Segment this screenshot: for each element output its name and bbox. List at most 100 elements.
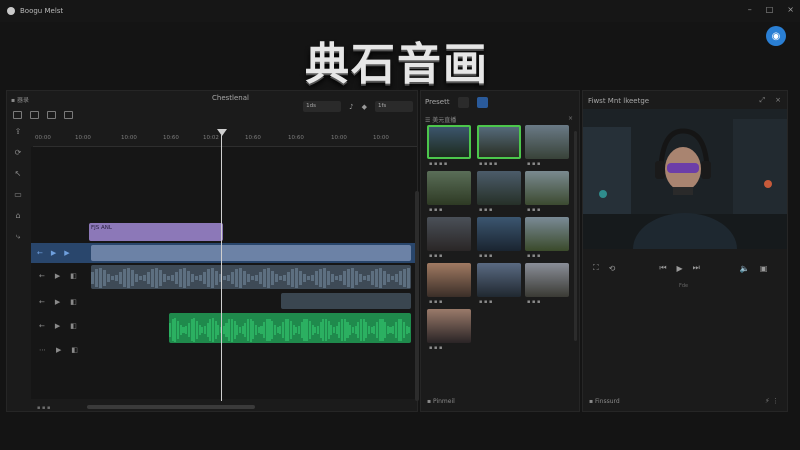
volume-icon[interactable]: 🔈: [740, 264, 750, 273]
waveform-bar: [379, 268, 383, 288]
title-clip[interactable]: FJS ANL: [89, 223, 223, 241]
framerate-select[interactable]: 1ds: [303, 101, 342, 112]
preset-thumbnail[interactable]: [427, 217, 471, 251]
waveform-bar: [395, 274, 399, 282]
volume-icon[interactable]: ◧: [71, 346, 78, 354]
preset-thumbnail[interactable]: [525, 217, 569, 251]
music-clip[interactable]: [169, 313, 411, 343]
play-icon[interactable]: ▶: [51, 249, 56, 257]
waveform-bar: [275, 274, 279, 283]
video-preview[interactable]: [583, 109, 787, 285]
hook-icon[interactable]: ⤷: [16, 232, 20, 242]
preset-thumbnail[interactable]: [477, 263, 521, 297]
waveform-bar: [271, 270, 275, 286]
preset-label: ▪ ▪ ▪: [527, 161, 541, 167]
mic-icon[interactable]: ♪: [349, 103, 353, 111]
waveform-bar: [159, 270, 163, 286]
waveform-bar: [408, 327, 411, 333]
next-icon[interactable]: ⏭: [693, 263, 700, 273]
close-icon[interactable]: ×: [775, 96, 781, 105]
preset-thumbnail[interactable]: [525, 263, 569, 297]
waveform-bar: [255, 274, 259, 282]
maximize-button[interactable]: □: [766, 5, 774, 14]
waveform-bar: [95, 268, 99, 288]
playhead-handle[interactable]: [217, 129, 227, 136]
redo-icon[interactable]: [64, 111, 73, 119]
snapshot-icon[interactable]: ▣: [760, 264, 768, 273]
preset-thumbnail[interactable]: [427, 263, 471, 297]
monitor-icon[interactable]: ▭: [14, 190, 22, 199]
waveform-bar: [119, 271, 123, 285]
back-icon[interactable]: ←: [39, 272, 45, 280]
back-icon[interactable]: ←: [37, 249, 43, 257]
play-icon[interactable]: ▶: [64, 249, 69, 257]
waveform-bar: [399, 271, 403, 285]
back-icon[interactable]: ←: [39, 322, 45, 330]
expand-icon[interactable]: ⤢: [760, 96, 766, 105]
playhead[interactable]: [221, 135, 222, 401]
waveform-bar: [331, 274, 335, 282]
preset-thumbnail[interactable]: [477, 125, 521, 159]
waveform-bar: [303, 274, 307, 282]
volume-icon[interactable]: ◧: [70, 272, 77, 280]
globe-icon[interactable]: ◉: [766, 26, 786, 46]
volume-icon[interactable]: ◧: [70, 322, 77, 330]
grid-view-icon[interactable]: [457, 96, 469, 108]
presets-scrollbar[interactable]: [574, 131, 577, 341]
close-button[interactable]: ×: [787, 5, 794, 14]
pointer-icon[interactable]: ↖: [15, 169, 22, 178]
play-icon[interactable]: ▶: [56, 346, 61, 354]
play-icon[interactable]: ▶: [677, 264, 683, 273]
waveform-bar: [375, 268, 379, 288]
undo-icon[interactable]: [47, 111, 56, 119]
app-logo-icon: [7, 7, 15, 15]
minimize-button[interactable]: –: [748, 5, 752, 14]
play-icon[interactable]: ▶: [55, 272, 60, 280]
waveform-bar: [191, 273, 195, 283]
marker-icon[interactable]: ◆: [362, 103, 367, 111]
zoom-select[interactable]: 1fs: [375, 101, 413, 112]
pin-icon[interactable]: ⌂: [15, 211, 20, 220]
horizontal-scrollbar[interactable]: [87, 405, 255, 409]
cut-tool-icon[interactable]: [30, 111, 39, 119]
preset-thumbnail[interactable]: [477, 217, 521, 251]
preset-label: ▪ ▪ ▪: [527, 299, 541, 305]
time-ruler[interactable]: 00:00 10:00 10:00 10:60 10:02 10:60 10:6…: [33, 135, 417, 147]
preset-label: ▪ ▪ ▪: [429, 207, 443, 213]
waveform-bar: [319, 268, 323, 288]
waveform-bar: [235, 268, 239, 288]
audio-clip-2[interactable]: [281, 293, 411, 309]
menu-icon[interactable]: ⋯: [39, 346, 46, 354]
back-icon[interactable]: ←: [39, 298, 45, 306]
volume-icon[interactable]: ◧: [70, 298, 77, 306]
ruler-tick: 10:60: [288, 135, 304, 141]
vertical-scrollbar[interactable]: [415, 191, 419, 401]
fullscreen-icon[interactable]: ⛶: [593, 263, 599, 273]
waveform-bar: [267, 268, 271, 288]
list-view-icon[interactable]: [476, 96, 488, 108]
play-icon[interactable]: ▶: [55, 298, 60, 306]
preset-thumbnail[interactable]: [477, 171, 521, 205]
video-clip[interactable]: [91, 245, 411, 261]
select-tool-icon[interactable]: [13, 111, 22, 119]
preview-title: Fiwst Mnt lkeetge: [588, 97, 650, 105]
waveform-bar: [295, 268, 299, 288]
audio-clip[interactable]: [91, 265, 411, 289]
preset-thumbnail[interactable]: [525, 125, 569, 159]
previous-icon[interactable]: ⏮: [659, 263, 666, 273]
preset-thumbnail[interactable]: [427, 171, 471, 205]
waveform-bar: [307, 275, 311, 281]
waveform-bar: [247, 273, 251, 283]
preset-thumbnail[interactable]: [427, 309, 471, 343]
waveform-bar: [367, 274, 371, 282]
track-area[interactable]: FJS ANL ← ▶ ▶ ← ▶ ◧ ← ▶ ◧ ← ▶ ◧ ⋯ ▶ ◧: [31, 147, 417, 399]
loop-icon[interactable]: ⟲: [609, 264, 616, 273]
waveform-bar: [403, 268, 407, 288]
ruler-tick: 10:00: [331, 135, 347, 141]
export-icon[interactable]: ⇪: [15, 127, 22, 136]
preset-thumbnail[interactable]: [525, 171, 569, 205]
preset-thumbnail[interactable]: [427, 125, 471, 159]
close-icon[interactable]: ×: [568, 115, 573, 122]
link-icon[interactable]: ⟳: [15, 148, 22, 157]
play-icon[interactable]: ▶: [55, 322, 60, 330]
